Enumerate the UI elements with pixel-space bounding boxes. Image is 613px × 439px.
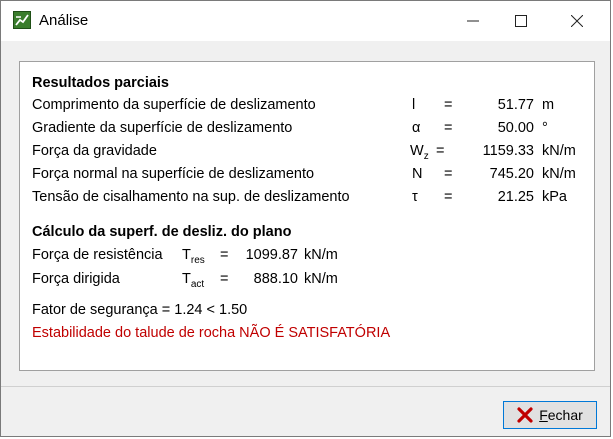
result-value: 50.00 <box>497 120 534 136</box>
result-symbol: τ <box>412 189 418 205</box>
result-equals: = <box>444 189 453 205</box>
plane-symbol: Tact <box>182 271 205 290</box>
close-x-icon <box>517 407 533 423</box>
plane-value: 888.10 <box>253 271 298 287</box>
result-label: Força normal na superfície de deslizamen… <box>32 166 315 182</box>
result-unit: kN/m <box>542 143 576 159</box>
minimize-icon <box>467 20 479 22</box>
plane-symbol: Tres <box>182 247 205 266</box>
plane-label: Força de resistência <box>32 247 163 263</box>
plane-unit: kN/m <box>304 271 338 287</box>
result-value: 1159.33 <box>482 143 534 159</box>
result-equals: = <box>444 120 453 136</box>
plane-equals: = <box>220 271 229 287</box>
stability-verdict: Estabilidade do talude de rocha NÃO É SA… <box>32 325 391 341</box>
result-label: Gradiente da superfície de deslizamento <box>32 120 293 136</box>
safety-factor: Fator de segurança = 1.24 < 1.50 <box>32 302 248 318</box>
maximize-button[interactable] <box>498 1 544 41</box>
result-symbol: α <box>412 120 421 136</box>
result-unit: ° <box>542 120 548 136</box>
result-equals: = <box>444 97 453 113</box>
minimize-button[interactable] <box>450 1 496 41</box>
result-symbol: l <box>412 97 416 113</box>
result-unit: kN/m <box>542 166 576 182</box>
plane-unit: kN/m <box>304 247 338 263</box>
window-title: Análise <box>39 12 89 29</box>
result-value: 51.77 <box>497 97 534 113</box>
plane-value: 1099.87 <box>245 247 298 263</box>
analysis-dialog: Análise Resultados parciais Comprimento … <box>0 0 611 437</box>
plane-label: Força dirigida <box>32 271 120 287</box>
close-button-label: Fechar <box>539 407 583 423</box>
result-symbol: Wz <box>410 143 429 162</box>
result-label: Tensão de cisalhamento na sup. de desliz… <box>32 189 350 205</box>
results-panel: Resultados parciais Comprimento da super… <box>19 61 595 371</box>
result-label: Força da gravidade <box>32 143 157 159</box>
result-unit: kPa <box>542 189 567 205</box>
result-symbol: N <box>412 166 423 182</box>
plane-equals: = <box>220 247 229 263</box>
title-bar[interactable]: Análise <box>1 1 610 41</box>
partial-results-heading: Resultados parciais <box>32 75 169 91</box>
result-value: 745.20 <box>489 166 534 182</box>
result-value: 21.25 <box>497 189 534 205</box>
result-equals: = <box>436 143 445 159</box>
close-icon <box>571 15 583 27</box>
result-equals: = <box>444 166 453 182</box>
close-window-button[interactable] <box>554 1 600 41</box>
close-button[interactable]: Fechar <box>503 401 597 429</box>
result-label: Comprimento da superfície de deslizament… <box>32 97 316 113</box>
result-unit: m <box>542 97 555 113</box>
maximize-icon <box>515 15 527 27</box>
plane-calculation-heading: Cálculo da superf. de desliz. do plano <box>32 224 292 240</box>
app-icon <box>13 11 31 29</box>
footer-divider <box>1 386 610 387</box>
